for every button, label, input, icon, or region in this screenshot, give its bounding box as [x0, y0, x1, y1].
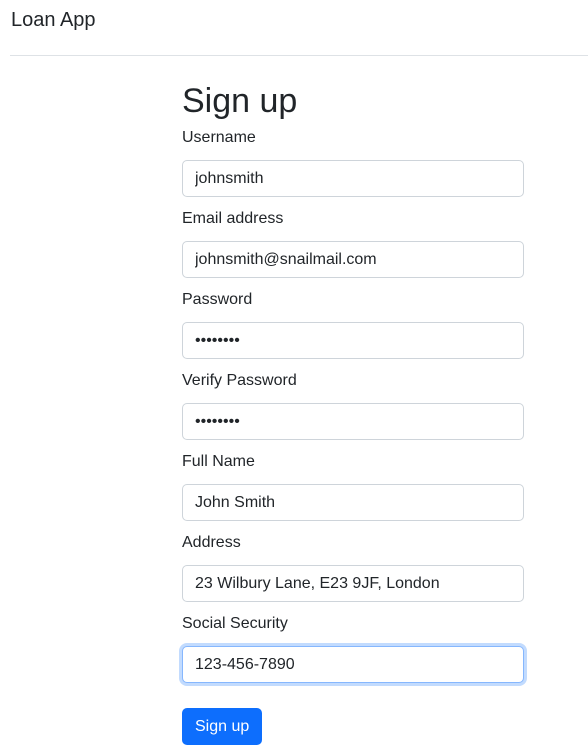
app-brand-link[interactable]: Loan App [11, 8, 96, 32]
social-security-input[interactable] [182, 646, 524, 683]
page-title: Sign up [182, 82, 298, 120]
full-name-label: Full Name [182, 453, 255, 470]
username-label: Username [182, 129, 256, 146]
verify-password-input[interactable] [182, 403, 524, 440]
address-label: Address [182, 534, 241, 551]
password-input[interactable] [182, 322, 524, 359]
address-input[interactable] [182, 565, 524, 602]
password-label: Password [182, 291, 253, 308]
full-name-input[interactable] [182, 484, 524, 521]
sign-up-button[interactable]: Sign up [182, 708, 263, 745]
signup-form: Sign up Username Email address Password … [182, 80, 524, 745]
email-label: Email address [182, 210, 284, 227]
social-security-label: Social Security [182, 615, 288, 632]
verify-password-label: Verify Password [182, 372, 297, 389]
app-header: Loan App [10, 0, 588, 56]
username-input[interactable] [182, 160, 524, 197]
email-input[interactable] [182, 241, 524, 278]
